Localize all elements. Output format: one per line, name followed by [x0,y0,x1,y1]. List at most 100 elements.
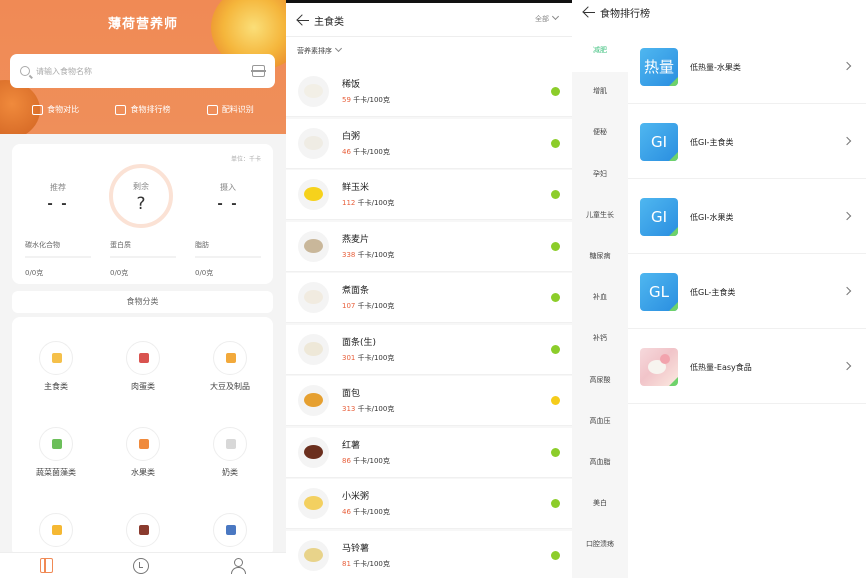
sidebar-item[interactable]: 补钙 [572,333,628,343]
calorie-number: 112 [342,199,356,207]
category-more-3[interactable] [195,513,265,547]
scan-icon[interactable] [251,65,266,77]
search-input[interactable]: 请输入食物名称 [36,66,252,77]
food-list: 稀饭 59 千卡/100克 白粥 46 千卡/100克 鲜玉米 112 千卡/100克 燕麦… [286,67,572,578]
food-row[interactable]: 稀饭 59 千卡/100克 [286,67,572,117]
search-bar[interactable]: 请输入食物名称 [10,54,275,88]
food-name: 稀饭 [342,80,361,90]
category-vegetable[interactable]: 蔬菜菌藻类 [21,427,91,478]
drink-icon [213,513,247,547]
food-thumbnail [298,539,329,571]
sidebar-item[interactable]: 口腔溃疡 [572,539,628,549]
vegetable-icon-glyph [52,439,62,449]
ingredient-scan-icon [206,104,218,115]
fruit-icon [126,427,160,461]
recommend-stat: 推荐 - - [28,182,88,212]
macro-label: 脂肪 [195,241,209,249]
ranking-row[interactable]: 热量 低热量-水果类 [628,29,866,104]
food-list-header: 主食类 全部 [286,3,572,37]
ranking-label: 低热量-水果类 [690,63,741,72]
record-icon[interactable] [133,557,150,574]
ingredient-scan-button[interactable]: 配料识别 [206,104,254,115]
back-arrow-icon[interactable] [297,14,309,26]
food-ranking-button[interactable]: 食物排行榜 [115,104,170,115]
category-title: 食物分类 [12,291,273,313]
fruit-icon-glyph [139,439,149,449]
food-image [304,238,323,253]
intake-value: - - [217,197,239,212]
food-row[interactable]: 白粥 46 千卡/100克 [286,118,572,169]
food-row[interactable]: 面包 313 千卡/100克 [286,376,572,426]
sidebar-item[interactable]: 高血脂 [572,457,628,467]
ranking-row[interactable]: 低热量-Easy食品 [628,329,866,404]
compare-icon [32,104,44,115]
health-status-dot [551,87,560,96]
back-arrow-icon[interactable] [583,6,595,18]
sidebar-item[interactable]: 儿童生长 [572,210,628,220]
sidebar-item[interactable]: 高血压 [572,416,628,426]
category-label: 主食类 [44,382,68,391]
diary-icon[interactable] [40,558,54,573]
sidebar-item[interactable]: 糖尿病 [572,251,628,261]
category-more-1[interactable] [21,513,91,547]
filter-label: 全部 [535,15,549,23]
food-image [304,187,323,201]
staple-icon-glyph [52,353,62,363]
food-image [304,84,323,98]
nuts-icon [126,513,160,547]
remaining-ring[interactable]: 剩余 ? [109,164,173,228]
bottom-tab-bar [0,552,286,578]
food-row[interactable]: 红薯 86 千卡/100克 [286,427,572,478]
sidebar-item[interactable]: 补血 [572,292,628,302]
ranking-badge: GI [640,123,678,161]
page-title: 主食类 [314,17,344,28]
food-compare-button[interactable]: 食物对比 [32,104,79,115]
ranking-label: 低GI-水果类 [690,213,734,222]
food-list-screen: 主食类 全部 营养素排序 稀饭 59 千卡/100克 白粥 46 千卡/100克 鲜玉米… [286,0,572,578]
category-meat-egg[interactable]: 肉蛋类 [108,341,178,392]
ranking-row[interactable]: GL 低GL-主食类 [628,254,866,329]
food-row[interactable]: 鲜玉米 112 千卡/100克 [286,170,572,220]
category-fruit[interactable]: 水果类 [108,427,178,478]
chevron-right-icon [842,211,852,221]
soy-icon-glyph [226,353,236,363]
food-image [304,290,323,304]
sidebar-item[interactable]: 减肥 [572,45,628,55]
drink-icon-glyph [226,525,236,535]
sidebar-item[interactable]: 美白 [572,498,628,508]
ranking-row[interactable]: GI 低GI-水果类 [628,179,866,254]
food-image [304,393,323,407]
category-dairy[interactable]: 奶类 [195,427,265,478]
food-thumbnail [298,179,329,210]
category-soy[interactable]: 大豆及制品 [195,341,265,392]
food-name: 燕麦片 [342,234,370,245]
intake-stat: 摄入 - - [198,182,258,212]
vegetable-icon [39,427,73,461]
food-thumbnail [298,76,329,107]
sidebar-item[interactable]: 高尿酸 [572,375,628,385]
category-more-2[interactable] [108,513,178,547]
profile-icon[interactable] [230,557,246,574]
filter-dropdown[interactable]: 全部 [535,12,560,24]
food-row[interactable]: 燕麦片 338 千卡/100克 [286,221,572,272]
ranking-row[interactable]: GI 低GI-主食类 [628,104,866,179]
food-calories: 107 千卡/100克 [342,301,394,311]
sidebar-item[interactable]: 便秘 [572,127,628,137]
food-row[interactable]: 马铃薯 81 千卡/100克 [286,530,572,578]
badge-text: GI [650,208,668,226]
food-calories: 112 千卡/100克 [342,198,394,208]
food-row[interactable]: 煮面条 107 千卡/100克 [286,273,572,323]
food-name: 鲜玉米 [342,183,370,193]
category-staple[interactable]: 主食类 [21,341,91,392]
food-row[interactable]: 小米粥 46 千卡/100克 [286,479,572,529]
food-row[interactable]: 面条(生) 301 千卡/100克 [286,324,572,375]
food-thumbnail [298,333,329,365]
sidebar-item[interactable]: 孕妇 [572,169,628,179]
macro-value: 0/0克 [195,269,214,277]
recommend-label: 推荐 [50,183,66,192]
soy-icon [213,341,247,375]
nutrient-sort-dropdown[interactable]: 营养素排序 [297,44,343,56]
sort-label: 营养素排序 [297,47,332,55]
sidebar-item[interactable]: 增肌 [572,86,628,96]
calorie-unit: 千卡/100克 [357,302,395,310]
